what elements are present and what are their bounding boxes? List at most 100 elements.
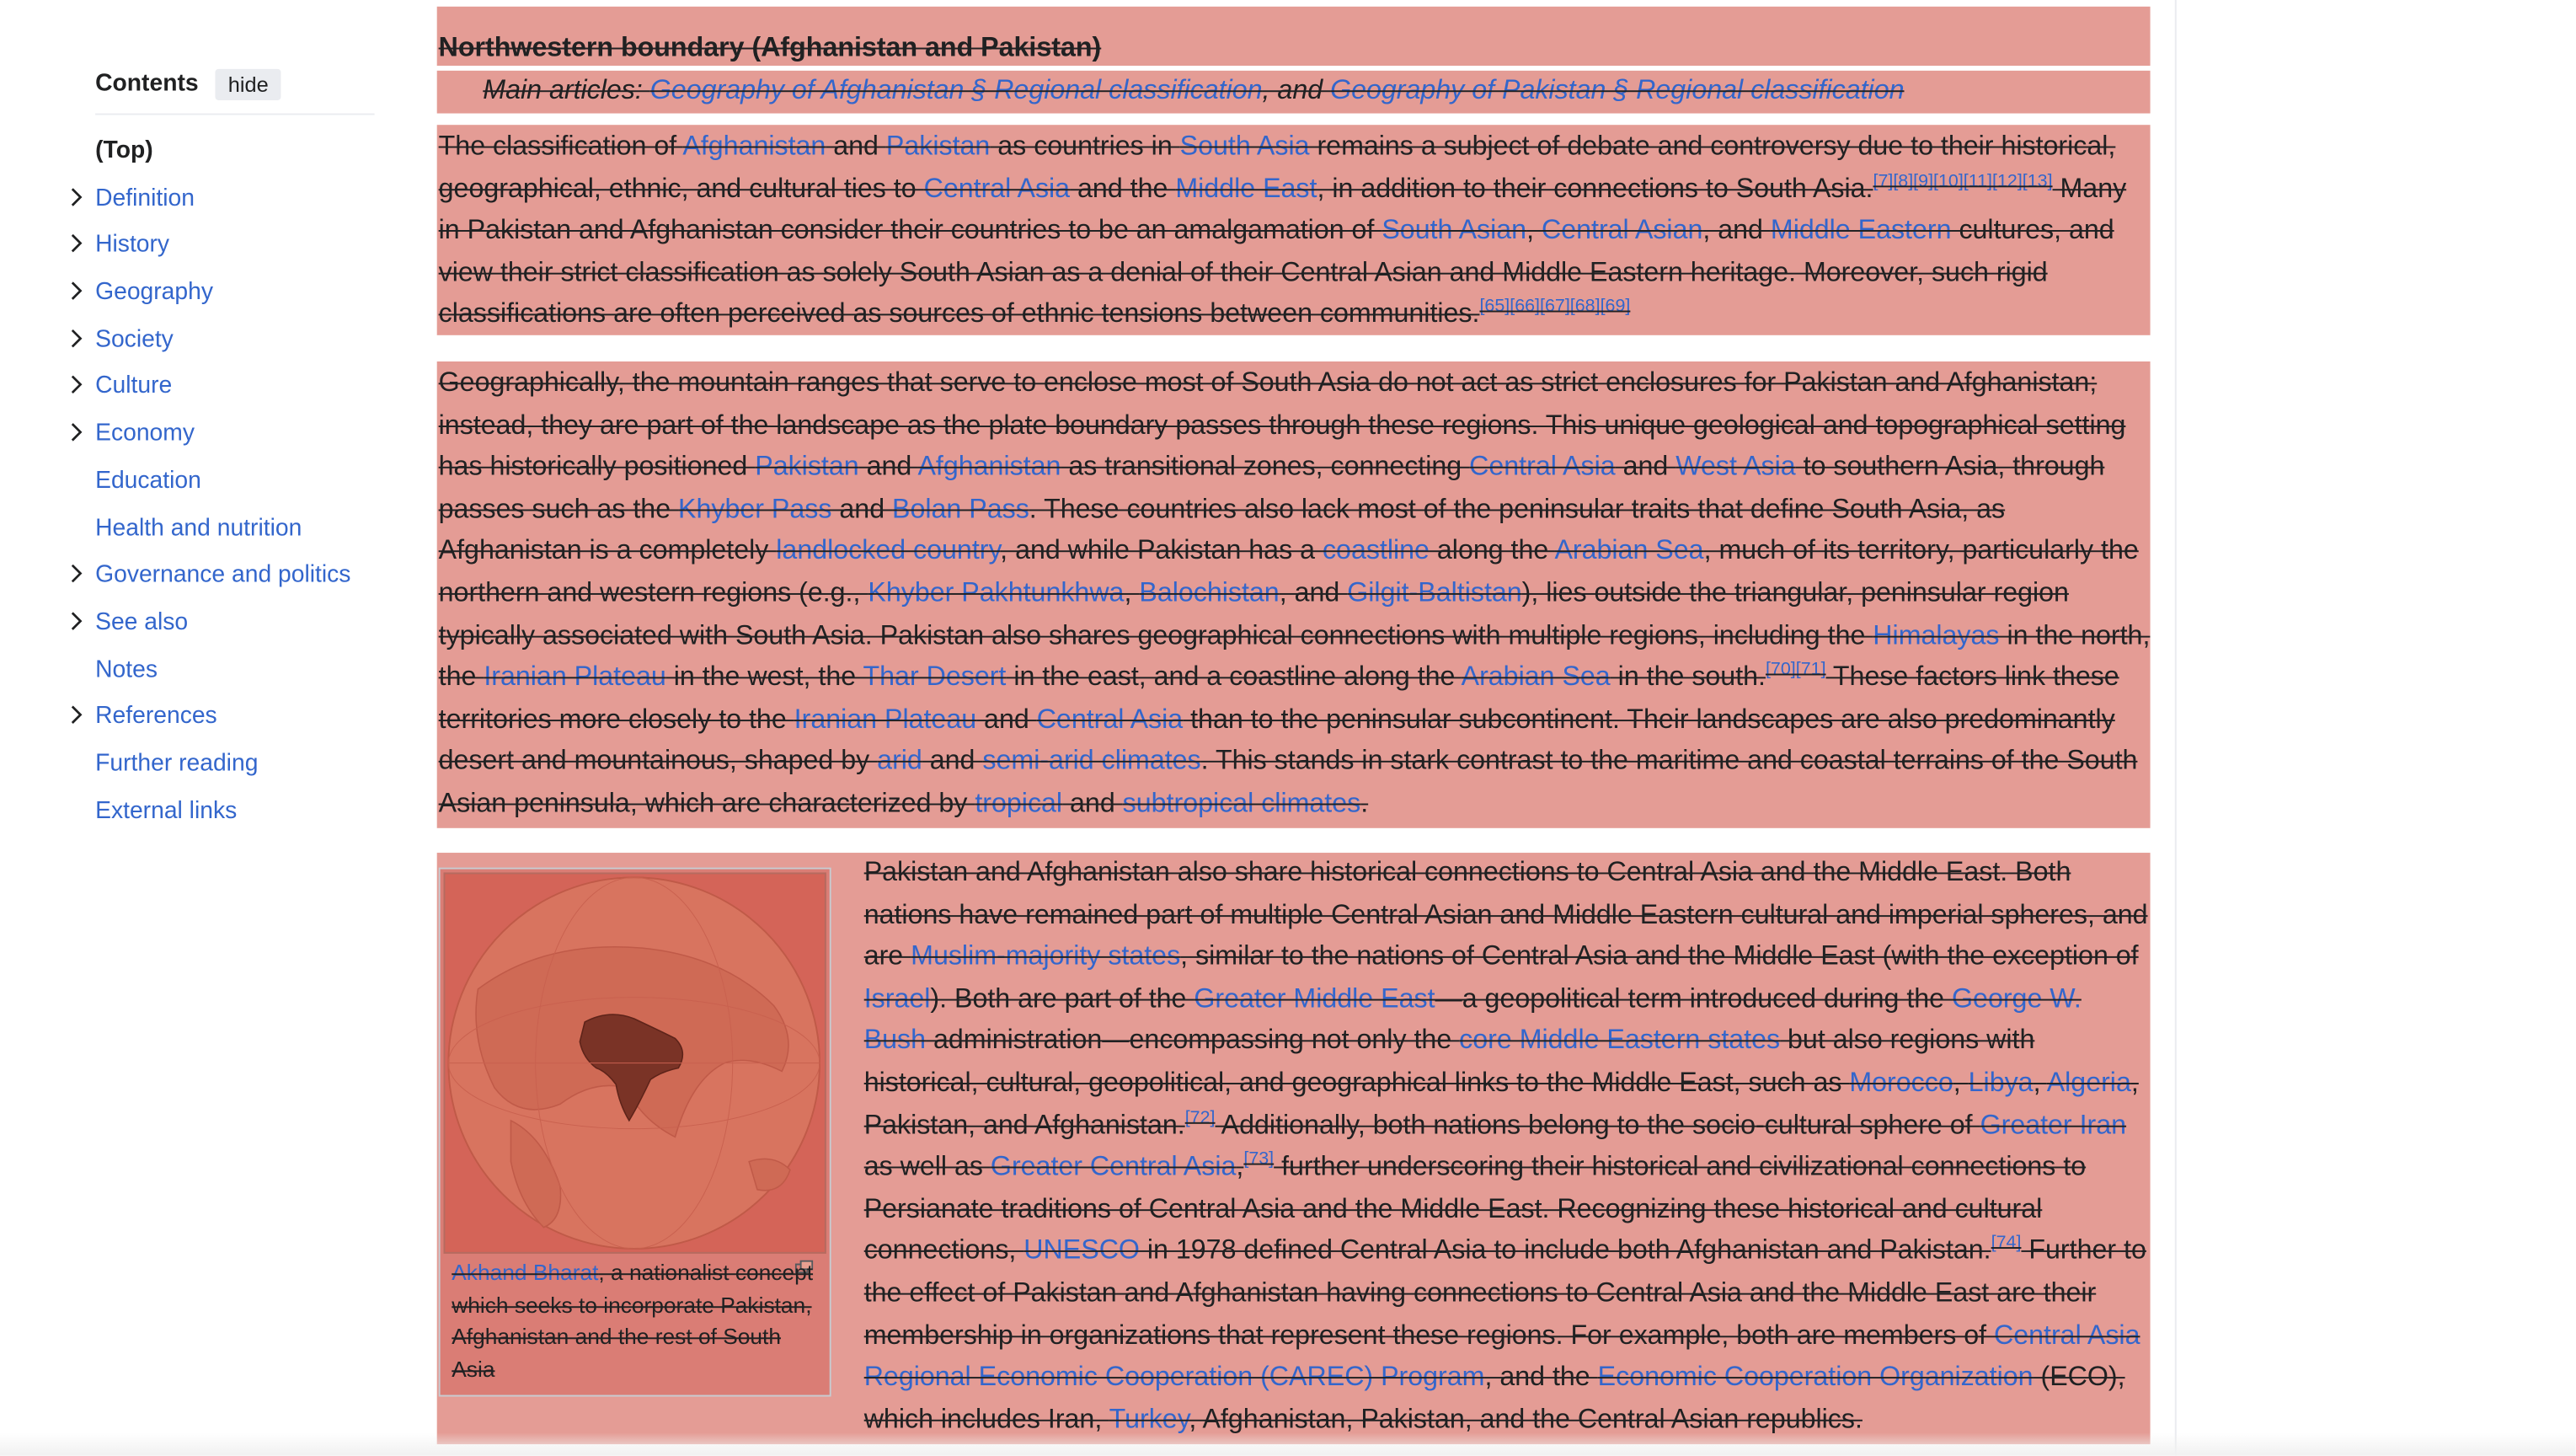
bottom-fade (0, 1432, 2576, 1456)
inline-link[interactable]: Iranian Plateau (484, 662, 665, 692)
inline-link[interactable]: Central Asia (1469, 452, 1615, 482)
inline-link[interactable]: Israel (864, 984, 931, 1014)
citation-reference[interactable]: [70][71] (1766, 660, 1826, 679)
paragraph-block-2: Geographically, the mountain ranges that… (436, 361, 2151, 828)
inline-link[interactable]: semi-arid climates (982, 747, 1200, 776)
paragraph-geography: Geographically, the mountain ranges that… (439, 363, 2151, 826)
page: Contents hide (Top) Definition History Geog… (0, 0, 2576, 1456)
inline-link[interactable]: Greater Iran (1980, 1110, 2126, 1139)
caption-link-akhand-bharat[interactable]: Akhand Bharat (452, 1261, 598, 1285)
text-run: , and while Pakistan has a (1000, 536, 1323, 566)
inline-link[interactable]: Greater Central Asia (991, 1152, 1236, 1181)
inline-link[interactable]: Khyber Pass (678, 495, 831, 524)
toc-title: Contents (95, 70, 199, 98)
citation-reference[interactable]: [74] (1991, 1234, 2022, 1253)
text-run: . (1360, 788, 1369, 818)
inline-link[interactable]: Arabian Sea (1462, 662, 1611, 692)
citation-reference[interactable]: [65][66][67][68][69] (1479, 297, 1630, 317)
inline-link[interactable]: Pakistan (886, 131, 990, 161)
citation-reference[interactable]: [7][8][9][10][11][12][13] (1873, 171, 2052, 190)
chevron-right-icon[interactable] (66, 557, 88, 590)
inline-link[interactable]: Khyber Pakhtunkhwa (868, 578, 1124, 608)
inline-link[interactable]: South Asian (1382, 216, 1526, 245)
paragraph-classification: The classification of Afghanistan and Pa… (439, 126, 2151, 337)
toc-link[interactable]: Society (95, 327, 174, 353)
inline-link[interactable]: Economic Cooperation Organization (1598, 1362, 2034, 1392)
toc-item: External links (95, 795, 375, 842)
inline-link[interactable]: Central Asian (1542, 216, 1702, 245)
inline-link[interactable]: Central Asia (924, 174, 1070, 203)
inline-link[interactable]: Muslim-majority states (911, 942, 1180, 972)
toc-link[interactable]: Education (95, 468, 201, 494)
inline-link[interactable]: Bolan Pass (892, 495, 1029, 524)
inline-link[interactable]: Central Asia (1037, 704, 1183, 734)
inline-link[interactable]: Thar Desert (863, 662, 1007, 692)
inline-link[interactable]: Gilgit-Baltistan (1347, 578, 1521, 608)
inline-link[interactable]: landlocked country (776, 536, 1000, 565)
inline-link[interactable]: Turkey (1109, 1405, 1189, 1434)
inline-link[interactable]: South Asia (1180, 131, 1310, 161)
toc-link[interactable]: Further reading (95, 751, 258, 777)
toc-link[interactable]: References (95, 704, 217, 730)
toc-link[interactable]: Governance and politics (95, 562, 350, 588)
globe-map-image[interactable] (443, 872, 826, 1254)
toc-link[interactable]: Economy (95, 420, 195, 447)
table-of-contents: Contents hide (Top) Definition History Geog… (71, 66, 375, 842)
toc-hide-button[interactable]: hide (215, 67, 282, 99)
toc-link[interactable]: (Top) (95, 138, 153, 164)
content-divider (2174, 0, 2177, 1456)
citation-reference[interactable]: [73] (1243, 1149, 1274, 1169)
chevron-right-icon[interactable] (66, 369, 88, 402)
inline-link[interactable]: coastline (1323, 536, 1430, 565)
inline-link[interactable]: UNESCO (1023, 1236, 1140, 1266)
text-run: , (2033, 1068, 2047, 1098)
toc-link[interactable]: History (95, 233, 169, 259)
inline-link[interactable]: Balochistan (1139, 578, 1279, 608)
inline-link[interactable]: Middle Eastern (1771, 216, 1952, 245)
section-heading-block: Northwestern boundary (Afghanistan and P… (436, 6, 2151, 66)
inline-link[interactable]: Afghanistan (917, 452, 1061, 482)
inline-link[interactable]: subtropical climates (1123, 789, 1361, 818)
inline-link[interactable]: tropical (975, 789, 1062, 818)
toc-link[interactable]: Culture (95, 374, 172, 400)
toc-link[interactable]: Definition (95, 185, 195, 211)
paragraph-block-1: The classification of Afghanistan and Pa… (436, 125, 2151, 337)
toc-link[interactable]: Notes (95, 656, 158, 682)
inline-link[interactable]: Greater Middle East (1194, 984, 1435, 1014)
toc-link[interactable]: External links (95, 798, 237, 824)
chevron-right-icon[interactable] (66, 228, 88, 260)
inline-link[interactable]: Libya (1969, 1068, 2034, 1097)
chevron-right-icon[interactable] (66, 416, 88, 449)
text-run: as countries in (990, 131, 1180, 162)
hatnote: Main articles: Geography of Afghanistan … (483, 74, 1904, 107)
hatnote-link-afghanistan[interactable]: Geography of Afghanistan § Regional clas… (650, 76, 1263, 105)
chevron-right-icon[interactable] (66, 322, 88, 355)
inline-link[interactable]: Middle East (1175, 174, 1317, 203)
citation-reference[interactable]: [72] (1185, 1107, 1216, 1127)
hatnote-link-pakistan[interactable]: Geography of Pakistan § Regional classif… (1330, 76, 1904, 105)
inline-link[interactable]: Morocco (1849, 1068, 1953, 1097)
toc-item: Economy (71, 418, 375, 465)
inline-link[interactable]: Arabian Sea (1554, 536, 1703, 565)
toc-link[interactable]: See also (95, 609, 188, 635)
inline-link[interactable]: arid (877, 747, 922, 776)
toc-link[interactable]: Health and nutrition (95, 515, 302, 541)
inline-link[interactable]: Iranian Plateau (794, 704, 976, 734)
inline-link[interactable]: Afghanistan (682, 131, 826, 161)
toc-link[interactable]: Geography (95, 280, 213, 306)
toc-item: Health and nutrition (95, 511, 375, 559)
inline-link[interactable]: Pakistan (755, 452, 858, 482)
inline-link[interactable]: core Middle Eastern states (1459, 1026, 1780, 1056)
toc-item: Culture (71, 371, 375, 418)
chevron-right-icon[interactable] (66, 180, 88, 213)
text-run: , (1953, 1068, 1969, 1098)
chevron-right-icon[interactable] (66, 699, 88, 731)
chevron-right-icon[interactable] (66, 604, 88, 637)
chevron-right-icon[interactable] (66, 275, 88, 308)
hatnote-block: Main articles: Geography of Afghanistan … (436, 70, 2151, 114)
inline-link[interactable]: West Asia (1675, 452, 1795, 482)
inline-link[interactable]: Algeria (2047, 1068, 2131, 1097)
text-run: , Afghanistan, Pakistan, and the Central… (1189, 1404, 1863, 1434)
text-run: , (1236, 1152, 1244, 1182)
inline-link[interactable]: Himalayas (1873, 620, 1999, 650)
